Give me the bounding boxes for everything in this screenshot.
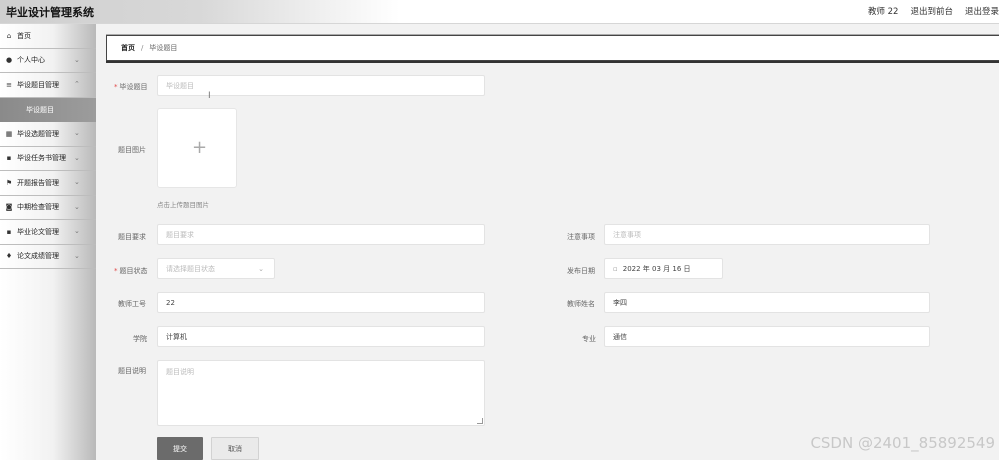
status-label: * 题目状态 [114, 266, 148, 276]
teacher-id-input[interactable]: 22 [157, 292, 485, 313]
sidebar-item-label: 毕设选题管理 [17, 129, 59, 138]
breadcrumb-current: 毕设题目 [149, 44, 178, 52]
sidebar-item-label: 毕业论文管理 [17, 227, 59, 236]
image-label: 题目图片 [118, 146, 146, 154]
home-icon: ⌂ [6, 31, 12, 40]
calendar-icon: ▫ [613, 264, 618, 273]
status-select[interactable]: 请选择题目状态 ⌄ [157, 258, 275, 279]
sidebar-item-label: 个人中心 [17, 56, 45, 65]
notes-label: 注意事项 [567, 233, 595, 241]
cancel-button[interactable]: 取消 [211, 437, 259, 460]
sidebar: ⌂ 首页 ● 个人中心 ⌄ ≡ 毕设题目管理 ⌃ 毕设题目 ▦ 毕设选题管理 ⌄… [0, 24, 96, 460]
top-bar: 毕业设计管理系统 教师 22 退出到前台 退出登录 [0, 0, 999, 24]
current-user: 教师 22 [867, 7, 899, 17]
sidebar-item-label: 毕设题目管理 [17, 80, 59, 89]
chevron-down-icon: ⌄ [258, 265, 264, 273]
sidebar-item-label: 论文成绩管理 [17, 252, 59, 261]
requirements-label: 题目要求 [118, 233, 146, 241]
required-mark: * [114, 267, 118, 275]
description-label: 题目说明 [118, 367, 146, 375]
sidebar-subitem-topics[interactable]: 毕设题目 [0, 97, 96, 122]
list-icon: ≡ [6, 80, 12, 89]
sidebar-item-topic-selection[interactable]: ▦ 毕设选题管理 ⌄ [0, 122, 96, 147]
description-placeholder: 题目说明 [166, 368, 194, 376]
sidebar-item-personal-center[interactable]: ● 个人中心 ⌄ [0, 49, 96, 73]
publish-date-picker[interactable]: ▫ 2022 年 03 月 16 日 [604, 258, 723, 279]
notes-input[interactable]: 注意事项 [604, 224, 930, 245]
chevron-down-icon: ⌄ [74, 153, 80, 162]
topic-label-text: 毕设题目 [119, 83, 148, 91]
watermark: CSDN @2401_85892549 [810, 434, 995, 452]
apps-icon: ▪ [6, 154, 12, 163]
user-icon: ● [5, 56, 13, 65]
description-textarea[interactable]: 题目说明 [157, 360, 485, 426]
sidebar-item-task-book[interactable]: ▪ 毕设任务书管理 ⌄ [0, 147, 96, 171]
college-label: 学院 [133, 335, 147, 343]
chevron-up-icon: ⌃ [74, 80, 80, 88]
topic-label: * 毕设题目 [114, 82, 148, 92]
chevron-down-icon: ⌄ [74, 251, 80, 260]
plus-icon: + [192, 137, 208, 158]
image-upload[interactable]: + [157, 108, 237, 188]
app-title: 毕业设计管理系统 [6, 6, 94, 19]
requirements-input[interactable]: 题目要求 [157, 224, 485, 245]
topic-input[interactable]: 毕设题目 [157, 75, 485, 96]
chevron-down-icon: ⌄ [74, 202, 80, 211]
logout-link[interactable]: 退出登录 [965, 5, 999, 17]
sidebar-item-label: 中期检查管理 [17, 203, 59, 212]
chevron-down-icon: ⌄ [74, 178, 80, 186]
sidebar-item-thesis[interactable]: ▪ 毕业论文管理 ⌄ [0, 220, 96, 245]
location-icon: ♦ [5, 252, 13, 261]
publish-date-value: 2022 年 03 月 16 日 [622, 264, 691, 273]
major-label: 专业 [582, 335, 596, 343]
status-label-text: 题目状态 [119, 267, 148, 275]
chevron-down-icon: ⌄ [74, 55, 80, 64]
header-links: 教师 22 退出到前台 退出登录 [868, 5, 999, 17]
apps-icon: ▪ [6, 227, 12, 236]
sidebar-item-label: 开题报告管理 [17, 178, 59, 187]
submit-button[interactable]: 提交 [157, 437, 203, 460]
clipboard-icon: ◙ [5, 203, 13, 212]
text-cursor-icon: I [208, 91, 211, 101]
grid-icon: ▦ [5, 129, 13, 138]
chevron-down-icon: ⌄ [74, 129, 80, 137]
sidebar-item-home[interactable]: ⌂ 首页 [0, 24, 96, 49]
breadcrumb-separator: / [141, 44, 144, 52]
sidebar-item-thesis-grades[interactable]: ♦ 论文成绩管理 ⌄ [0, 245, 96, 269]
sidebar-item-proposal-report[interactable]: ⚑ 开题报告管理 ⌄ [0, 171, 96, 196]
exit-to-front-link[interactable]: 退出到前台 [910, 5, 953, 17]
flag-icon: ⚑ [5, 178, 13, 187]
teacher-name-label: 教师姓名 [567, 300, 595, 308]
breadcrumb: 首页 / 毕设题目 [106, 35, 999, 61]
college-input[interactable]: 计算机 [157, 326, 485, 347]
sidebar-item-label: 毕设任务书管理 [17, 154, 66, 163]
sidebar-item-label: 毕设题目 [26, 105, 54, 114]
upload-hint: 点击上传题目图片 [157, 201, 209, 209]
sidebar-item-topic-management[interactable]: ≡ 毕设题目管理 ⌃ [0, 73, 96, 98]
publish-date-label: 发布日期 [567, 267, 595, 275]
sidebar-item-label: 首页 [17, 31, 31, 40]
major-input[interactable]: 通信 [604, 326, 930, 347]
teacher-name-input[interactable]: 李四 [604, 292, 930, 313]
chevron-down-icon: ⌄ [74, 227, 80, 235]
main-content: 首页 / 毕设题目 * 毕设题目 毕设题目 I 题目图片 + 点击上传题目图片 题… [96, 24, 999, 460]
resize-handle-icon[interactable] [477, 418, 483, 424]
sidebar-item-midterm-check[interactable]: ◙ 中期检查管理 ⌄ [0, 196, 96, 220]
teacher-id-label: 教师工号 [118, 300, 146, 308]
status-select-placeholder: 请选择题目状态 [166, 264, 215, 273]
required-mark: * [114, 83, 118, 91]
breadcrumb-home[interactable]: 首页 [121, 43, 135, 53]
